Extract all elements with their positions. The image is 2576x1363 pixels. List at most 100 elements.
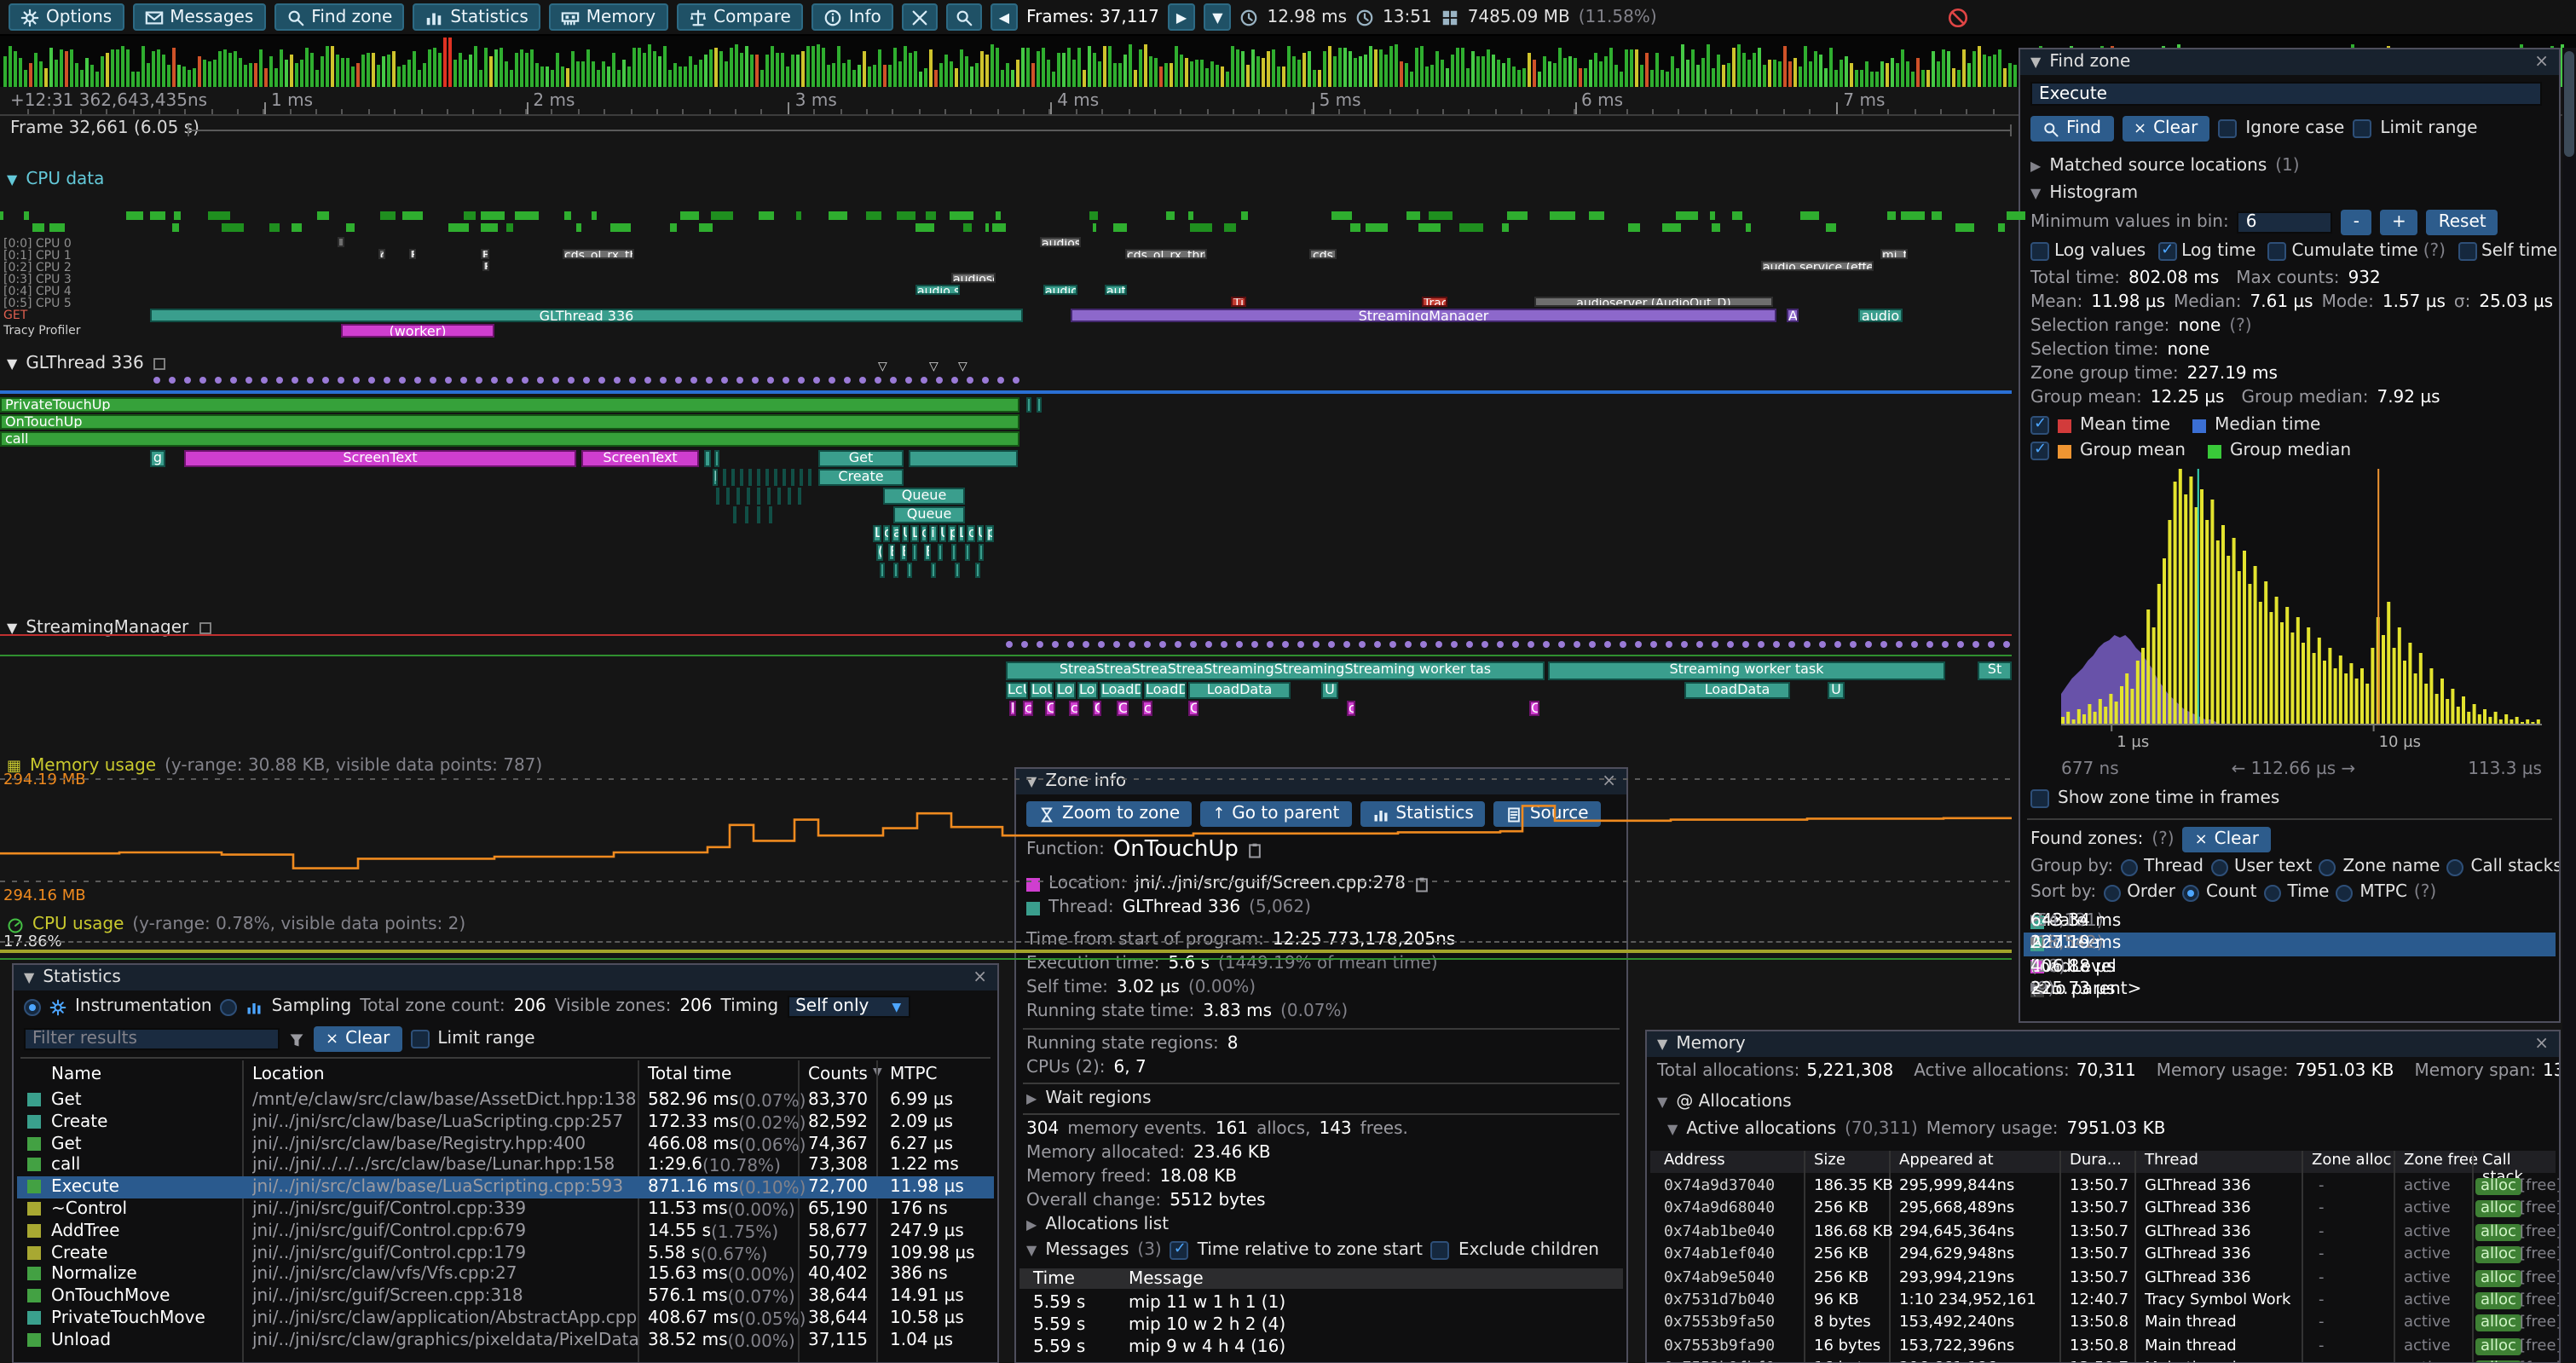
zone-bar[interactable] xyxy=(798,488,801,505)
min-bin-decrement-button[interactable]: - xyxy=(2342,210,2371,235)
histogram-header-label[interactable]: Histogram xyxy=(2049,184,2138,203)
zone-bar[interactable] xyxy=(748,469,752,486)
zone-bar[interactable] xyxy=(726,488,730,505)
lock-marker[interactable] xyxy=(1221,641,1227,648)
lock-marker[interactable] xyxy=(1113,641,1120,648)
lock-marker[interactable] xyxy=(1083,641,1089,648)
zone-bar[interactable]: p xyxy=(948,525,956,542)
lock-marker[interactable] xyxy=(1098,641,1105,648)
collapse-icon[interactable]: ▼ xyxy=(24,970,34,985)
zone-bar[interactable] xyxy=(765,469,769,486)
zone-bar[interactable] xyxy=(893,563,898,578)
zone-bar[interactable]: audio xyxy=(1858,309,1903,322)
lock-marker[interactable] xyxy=(506,377,513,384)
allocation-row[interactable]: 0x74a9d37040186.35 KB295,999,844ns13:50.… xyxy=(1650,1176,2556,1199)
lock-marker[interactable] xyxy=(1282,641,1289,648)
table-row[interactable]: Executejni/../jni/src/claw/base/LuaScrip… xyxy=(17,1176,994,1198)
toolbar-button-info[interactable]: Info xyxy=(811,3,893,31)
zone-bar[interactable]: Streaming worker task xyxy=(1548,661,1945,680)
zone-bar[interactable]: cds_ol_rx_thr xyxy=(563,249,634,259)
vertical-scrollbar[interactable] xyxy=(2562,48,2576,1362)
help-marker[interactable]: (?) xyxy=(2151,830,2174,849)
reset-button[interactable]: Reset xyxy=(2427,210,2498,235)
zone-bar[interactable]: (worker) xyxy=(341,324,494,338)
zone-bar[interactable]: Get xyxy=(818,450,904,467)
lock-marker[interactable] xyxy=(307,377,314,384)
zone-bar[interactable] xyxy=(767,488,771,505)
zone-bar[interactable]: ( xyxy=(876,544,883,561)
zone-bar[interactable]: Aj xyxy=(1787,309,1799,322)
alloc-callstack-button[interactable]: alloc xyxy=(2475,1246,2521,1263)
zone-bar[interactable]: l xyxy=(1009,701,1016,716)
box-icon[interactable] xyxy=(153,356,168,372)
lock-marker[interactable] xyxy=(706,377,713,384)
free-callstack-link[interactable]: [free] xyxy=(2520,1246,2561,1263)
close-icon[interactable]: × xyxy=(973,968,987,987)
zone-bar[interactable]: ScreenText xyxy=(184,450,576,467)
sort-by-time-radio[interactable] xyxy=(2263,884,2280,901)
stat-zone-name[interactable]: Create xyxy=(51,1113,107,1132)
lock-marker[interactable] xyxy=(1013,377,1019,384)
zone-bar[interactable]: C| xyxy=(1188,701,1198,716)
message-row[interactable]: 5.59 smip 11 w 1 h 1 (1) xyxy=(1019,1292,1623,1314)
filter-clear-button[interactable]: ×Clear xyxy=(314,1026,401,1052)
lock-marker[interactable] xyxy=(1190,641,1197,648)
alloc-callstack-button[interactable]: alloc xyxy=(2475,1224,2521,1241)
find-zone-query-input[interactable]: Execute xyxy=(2030,82,2542,106)
lock-marker[interactable] xyxy=(936,377,943,384)
message-row[interactable]: 5.59 smip 9 w 4 h 4 (16) xyxy=(1019,1337,1623,1359)
lock-marker[interactable] xyxy=(399,377,406,384)
lock-marker[interactable] xyxy=(767,377,774,384)
column-header-appeared-at[interactable]: Appeared at xyxy=(1899,1152,1994,1170)
lock-marker[interactable] xyxy=(1957,641,1964,648)
zone-bar[interactable]: PrivateTouchUp xyxy=(0,397,1019,413)
message-row[interactable]: 5.59 smip 10 w 2 h 2 (4) xyxy=(1019,1314,1623,1337)
lock-marker[interactable] xyxy=(568,377,575,384)
alloc-address[interactable]: 0x7553b9fa90 xyxy=(1664,1338,1775,1355)
lock-marker[interactable] xyxy=(292,377,298,384)
allocation-row[interactable]: 0x74a9d68040256 KB295,668,489ns13:50.7GL… xyxy=(1650,1199,2556,1222)
lock-marker[interactable] xyxy=(583,377,590,384)
timing-combo[interactable]: Self only▼ xyxy=(787,996,910,1018)
mean-time-checkbox[interactable] xyxy=(2030,416,2049,435)
column-header-address[interactable]: Address xyxy=(1664,1152,1725,1170)
matched-locations-label[interactable]: Matched source locations xyxy=(2049,157,2267,176)
lock-marker[interactable] xyxy=(1742,641,1749,648)
zone-bar[interactable]: StreamingManager xyxy=(1071,309,1776,322)
collapse-icon[interactable]: ▼ xyxy=(1667,1122,1678,1137)
lock-marker[interactable] xyxy=(1589,641,1596,648)
lock-marker[interactable] xyxy=(997,377,1004,384)
alloc-address[interactable]: 0x74a9d37040 xyxy=(1664,1178,1775,1195)
lock-marker[interactable] xyxy=(1313,641,1320,648)
log-values-checkbox[interactable] xyxy=(2030,242,2049,261)
alloc-address[interactable]: 0x7531d7b040 xyxy=(1664,1292,1775,1309)
zone-bar[interactable]: cds_ol_rx_threa xyxy=(1125,249,1207,259)
lock-marker[interactable] xyxy=(1435,641,1442,648)
zone-bar[interactable]: LcU xyxy=(1006,682,1028,699)
zone-bar[interactable] xyxy=(951,544,956,561)
lock-marker[interactable] xyxy=(261,377,268,384)
alloc-address[interactable]: 0x74ab1be040 xyxy=(1664,1224,1775,1241)
zone-bar[interactable] xyxy=(965,544,970,561)
lock-marker[interactable] xyxy=(430,377,436,384)
zone-bar[interactable]: C| xyxy=(1529,701,1539,716)
collapse-icon[interactable]: ▶ xyxy=(1026,1217,1037,1233)
clear-button[interactable]: ×Clear xyxy=(2122,116,2209,141)
zone-bar[interactable] xyxy=(938,544,943,561)
instrumentation-radio[interactable] xyxy=(24,998,41,1015)
sampling-radio[interactable] xyxy=(221,998,238,1015)
lock-marker[interactable] xyxy=(322,377,329,384)
zone-bar[interactable]: C| xyxy=(1045,701,1055,716)
lock-marker[interactable] xyxy=(245,377,252,384)
alloc-callstack-button[interactable]: alloc xyxy=(2475,1201,2521,1218)
close-icon[interactable]: × xyxy=(2534,1035,2549,1054)
zone-bar[interactable]: LoU xyxy=(1077,682,1098,699)
zone-bar[interactable]: E xyxy=(924,544,931,561)
lock-marker[interactable] xyxy=(844,377,851,384)
zone-bar[interactable] xyxy=(783,469,786,486)
frame-dropdown-button[interactable]: ▼ xyxy=(1204,3,1231,31)
memory-window-titlebar[interactable]: ▼ Memory × xyxy=(1647,1031,2559,1057)
zone-bar[interactable]: audio.service (effect) xyxy=(1761,261,1874,271)
lock-marker[interactable] xyxy=(476,377,482,384)
zone-bar[interactable]: LoUj xyxy=(1030,682,1054,699)
